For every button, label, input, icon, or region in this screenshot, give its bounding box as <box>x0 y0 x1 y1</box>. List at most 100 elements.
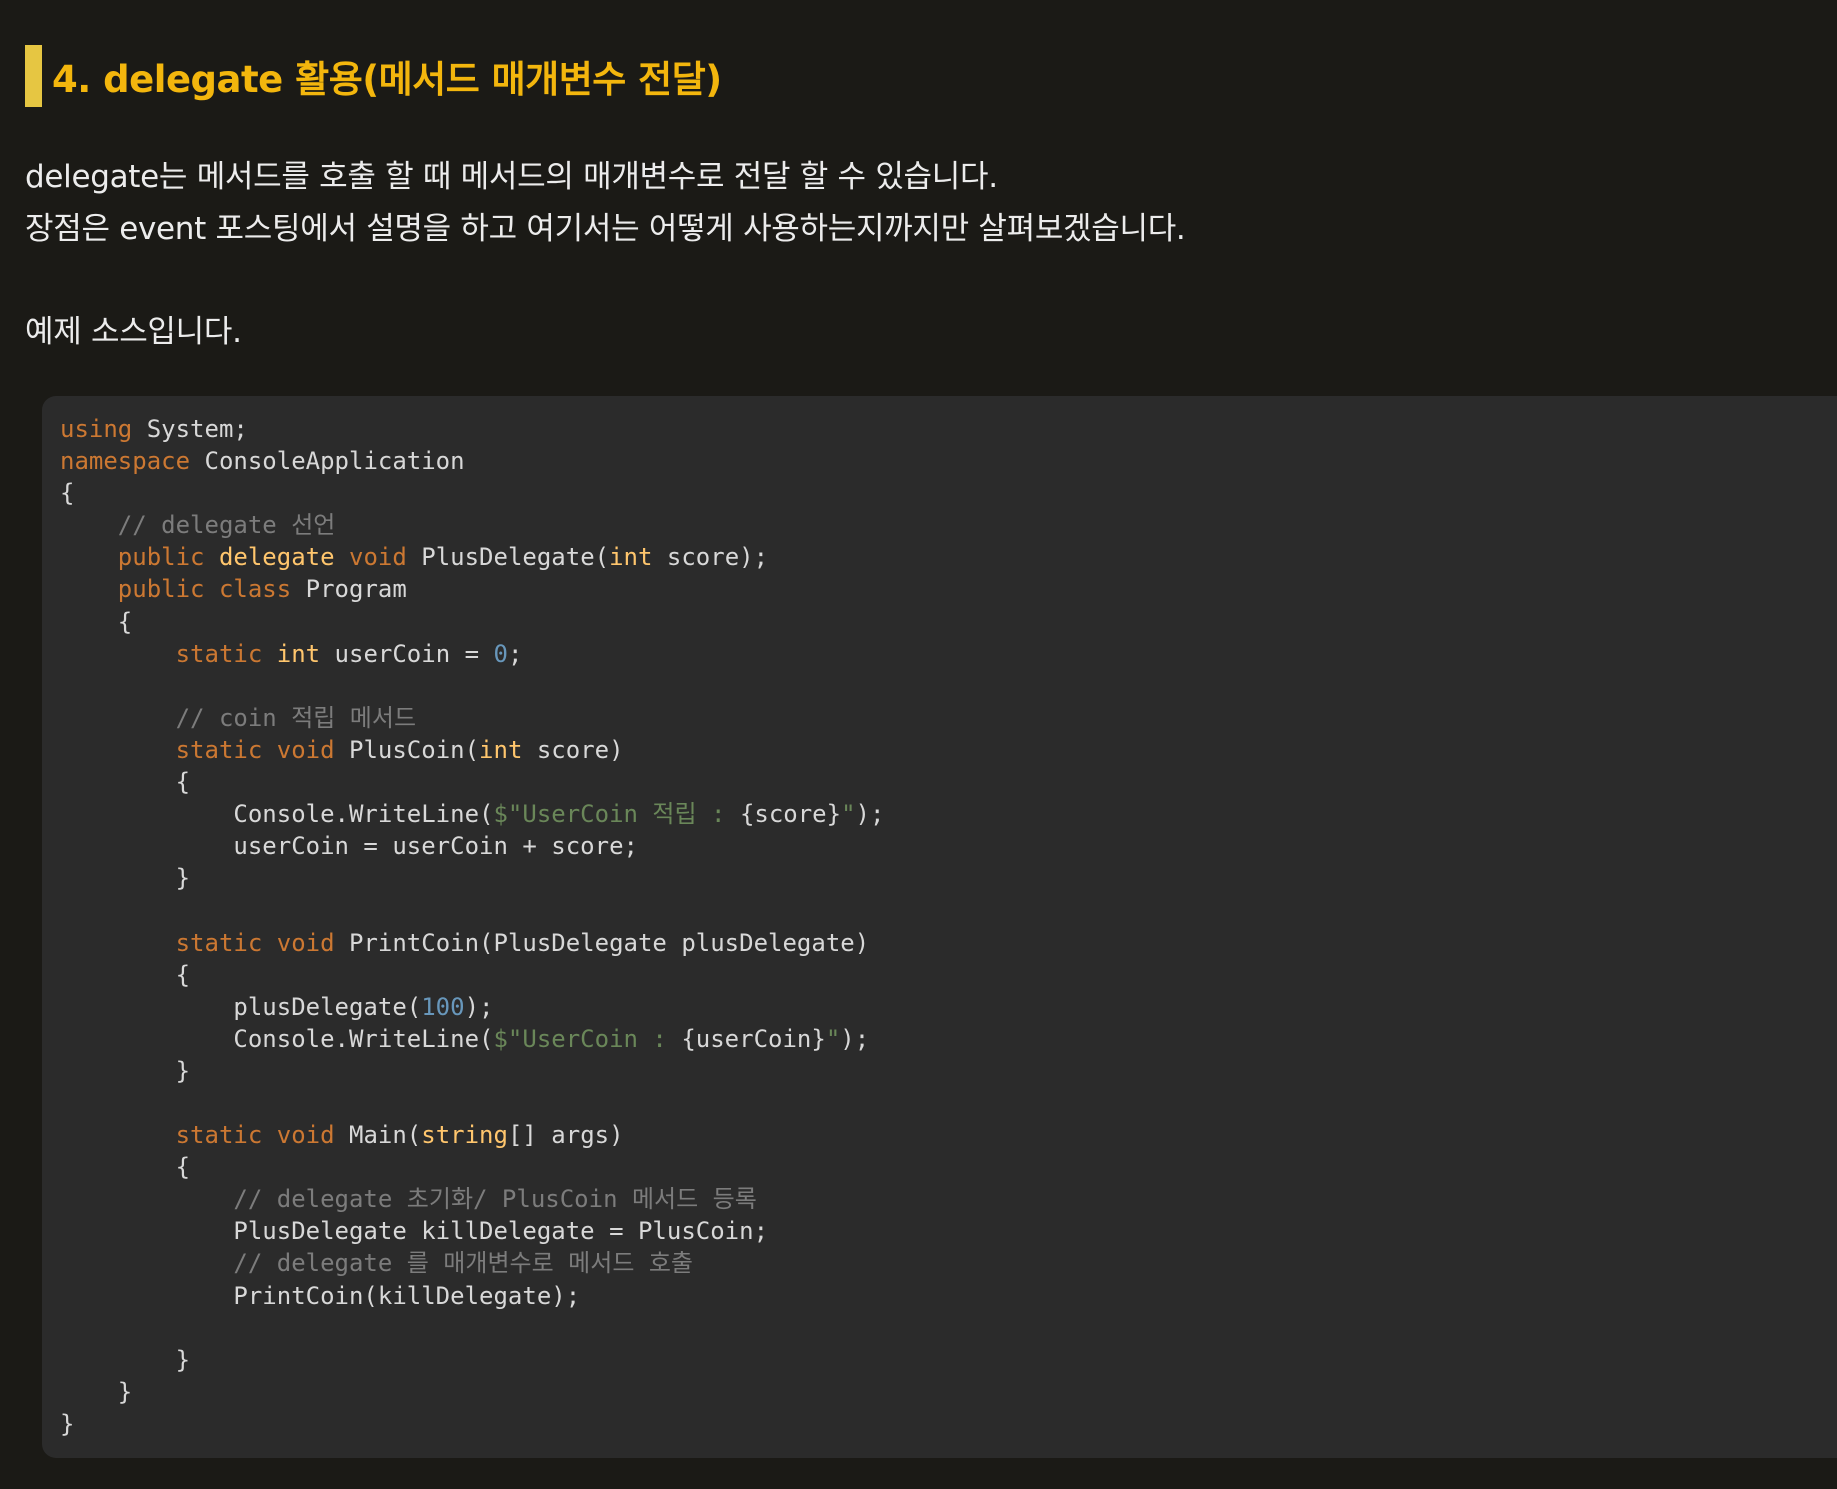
code-token: using <box>60 415 133 443</box>
code-token: public <box>117 575 205 604</box>
code-line: } <box>60 862 884 894</box>
code-token: PrintCoin(PlusDelegate plusDelegate) <box>334 928 870 957</box>
code-line: static void Main(string[] args) <box>60 1119 884 1151</box>
code-token: namespace <box>60 447 191 476</box>
code-block[interactable]: using System; namespace ConsoleApplicatio… <box>42 396 1837 1458</box>
code-token: score); <box>652 543 769 572</box>
code-line: { <box>60 766 884 798</box>
code-line: plusDelegate(100); <box>60 991 884 1023</box>
code-token: Console.WriteLine( <box>60 800 494 829</box>
code-content[interactable]: using System; namespace ConsoleApplicatio… <box>60 413 884 1440</box>
paragraph-intro: delegate는 메서드를 호출 할 때 메서드의 매개변수로 전달 할 수 … <box>25 159 998 195</box>
code-line: { <box>60 959 884 991</box>
code-token: PlusCoin( <box>334 735 480 764</box>
code-token: string <box>421 1121 508 1150</box>
code-token: PrintCoin(killDelegate); <box>60 1281 581 1310</box>
code-line: public class Program <box>60 573 884 605</box>
code-token: } <box>60 864 191 893</box>
code-line: namespace ConsoleApplication <box>60 445 884 477</box>
code-token: $"UserCoin 적립 : <box>493 800 740 829</box>
heading-accent-bar <box>25 45 42 107</box>
section-heading: 4. delegate 활용(메서드 매개변수 전달) <box>25 45 722 107</box>
code-token: { <box>60 479 75 508</box>
code-token: ConsoleApplication <box>190 447 465 476</box>
code-token: } <box>60 1056 191 1085</box>
code-line: userCoin = userCoin + score; <box>60 830 884 862</box>
code-line: static int userCoin = 0; <box>60 638 884 670</box>
code-token: plusDelegate( <box>60 992 422 1021</box>
heading-title: 4. delegate 활용(메서드 매개변수 전달) <box>52 58 722 101</box>
code-token: class <box>218 575 292 604</box>
code-line: // delegate 선언 <box>60 509 884 541</box>
code-line: using System; <box>60 413 884 445</box>
code-token: void <box>276 735 335 764</box>
code-token: delegate <box>218 543 335 572</box>
code-token: ); <box>464 992 494 1021</box>
code-token: {score} <box>739 800 842 829</box>
code-token: ); <box>840 1024 870 1053</box>
code-token: Program <box>291 575 407 604</box>
code-token: { <box>60 768 191 797</box>
code-token: { <box>60 960 191 989</box>
code-line: static void PlusCoin(int score) <box>60 734 884 766</box>
code-token: static <box>175 735 263 764</box>
code-token: void <box>276 1121 335 1150</box>
code-line: PrintCoin(killDelegate); <box>60 1280 884 1312</box>
code-token: {userCoin} <box>681 1024 826 1053</box>
code-token: int <box>479 735 523 764</box>
code-line: { <box>60 606 884 638</box>
code-token: // delegate 를 매개변수로 메서드 호출 <box>60 1249 694 1278</box>
code-line: Console.WriteLine($"UserCoin : {userCoin… <box>60 1023 884 1055</box>
code-token: // delegate 초기화/ PlusCoin 메서드 등록 <box>60 1185 757 1214</box>
code-token: } <box>60 1377 133 1406</box>
code-token: static <box>175 928 263 957</box>
code-line: { <box>60 1151 884 1183</box>
paragraph-example: 예제 소스입니다. <box>25 314 242 350</box>
code-line: PlusDelegate killDelegate = PlusCoin; <box>60 1215 884 1247</box>
code-token: // delegate 선언 <box>60 511 336 540</box>
code-token: int <box>276 639 321 668</box>
code-line: // delegate 를 매개변수로 메서드 호출 <box>60 1247 884 1279</box>
code-token: { <box>60 607 133 636</box>
code-token: PlusDelegate killDelegate = PlusCoin; <box>60 1217 769 1246</box>
code-token: userCoin = <box>320 639 494 668</box>
code-line: public delegate void PlusDelegate(int sc… <box>60 541 884 573</box>
code-token: Main( <box>334 1121 422 1150</box>
paragraph-advantage: 장점은 event 포스팅에서 설명을 하고 여기서는 어떻게 사용하는지까지만… <box>25 211 1186 247</box>
code-token: static <box>175 639 263 668</box>
code-token: } <box>60 1345 191 1374</box>
code-token: void <box>276 928 335 957</box>
code-token: PlusDelegate( <box>406 543 610 572</box>
code-token: ; <box>507 639 523 668</box>
code-token: score) <box>522 735 624 764</box>
code-token: } <box>60 1409 75 1438</box>
code-token: " <box>825 1024 841 1053</box>
code-line: } <box>60 1408 884 1440</box>
code-line: { <box>60 477 884 509</box>
code-token: userCoin = userCoin + score; <box>60 832 638 861</box>
code-line: static void PrintCoin(PlusDelegate plusD… <box>60 927 884 959</box>
code-line: // delegate 초기화/ PlusCoin 메서드 등록 <box>60 1183 884 1215</box>
code-token: 0 <box>493 639 508 668</box>
code-token: { <box>60 1153 191 1182</box>
code-token: " <box>841 800 856 829</box>
code-token: Console.WriteLine( <box>60 1024 494 1053</box>
code-token: public <box>117 543 205 572</box>
